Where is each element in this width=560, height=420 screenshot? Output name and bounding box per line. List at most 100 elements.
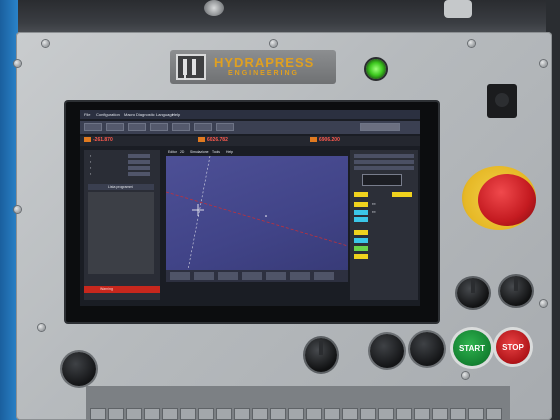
canvas-button[interactable] [242, 272, 262, 280]
axis-coordinates: -261.870 6026.782 6906.200 [80, 136, 420, 146]
toolbar-button[interactable] [84, 123, 102, 131]
canvas-button[interactable] [170, 272, 190, 280]
screw [38, 324, 45, 331]
key[interactable] [216, 408, 232, 420]
warning-bar: Warning [84, 286, 160, 293]
canvas-button[interactable] [266, 272, 286, 280]
coord-z: 6906.200 [310, 137, 340, 145]
panel-field[interactable] [128, 154, 150, 158]
canvas-button[interactable] [194, 272, 214, 280]
brand-name: HYDRAPRESS [214, 55, 315, 70]
panel-line: ▪ [90, 172, 92, 176]
menu-item[interactable]: Configuration [96, 112, 120, 117]
emergency-stop-button[interactable] [478, 174, 536, 226]
key[interactable] [342, 408, 358, 420]
panel-field[interactable] [128, 160, 150, 164]
screw [540, 60, 547, 67]
param-label: ▪▪▪ [372, 210, 376, 214]
canvas-toolbar [166, 270, 348, 282]
key[interactable] [468, 408, 484, 420]
toolbar-button[interactable] [106, 123, 124, 131]
panel-field[interactable] [128, 172, 150, 176]
screw [14, 206, 21, 213]
usb-port[interactable] [487, 84, 517, 118]
stop-button[interactable]: STOP [496, 330, 530, 364]
param-label: ▪▪▪ [372, 202, 376, 206]
round-button[interactable] [370, 334, 404, 368]
toolbar-button[interactable] [216, 123, 234, 131]
key[interactable] [432, 408, 448, 420]
hmi-menubar: File Configuration Macro Diagnostic Lang… [80, 110, 420, 119]
round-button[interactable] [410, 332, 444, 366]
canvas-button[interactable] [290, 272, 310, 280]
key[interactable] [396, 408, 412, 420]
param-row[interactable] [354, 160, 414, 164]
key[interactable] [126, 408, 142, 420]
key[interactable] [486, 408, 502, 420]
status-display [360, 123, 400, 131]
key[interactable] [198, 408, 214, 420]
screw [540, 300, 547, 307]
power-indicator-lamp [366, 59, 386, 79]
key[interactable] [414, 408, 430, 420]
key[interactable] [144, 408, 160, 420]
hmi-toolbar [80, 121, 420, 134]
top-knob [204, 0, 224, 16]
key[interactable] [252, 408, 268, 420]
key[interactable] [450, 408, 466, 420]
hmi-screen[interactable]: File Configuration Macro Diagnostic Lang… [80, 110, 420, 306]
selector-knob[interactable] [305, 338, 337, 372]
key[interactable] [324, 408, 340, 420]
canvas-button[interactable] [314, 272, 334, 280]
parameters-panel: ▪▪▪ ▪▪▪ [350, 150, 418, 300]
selector-knob-right[interactable] [500, 276, 532, 306]
canvas-lines [165, 155, 349, 271]
param-row[interactable] [354, 166, 414, 170]
program-list[interactable] [88, 192, 154, 274]
key[interactable] [162, 408, 178, 420]
toolbar-button[interactable] [128, 123, 146, 131]
param-cyan[interactable] [354, 210, 368, 215]
start-button[interactable]: START [453, 330, 491, 366]
axis-diagram [362, 174, 402, 186]
param-yellow[interactable] [354, 230, 368, 235]
screw [468, 40, 475, 47]
key[interactable] [180, 408, 196, 420]
key[interactable] [270, 408, 286, 420]
param-cyan[interactable] [354, 217, 368, 222]
machine-photo: HYDRAPRESS ENGINEERING File Configuratio… [0, 0, 560, 420]
param-yellow[interactable] [392, 192, 412, 197]
key[interactable] [108, 408, 124, 420]
key[interactable] [306, 408, 322, 420]
screw [42, 40, 49, 47]
program-list-header: Lista programmi [88, 184, 154, 190]
toolbar-button[interactable] [194, 123, 212, 131]
param-green[interactable] [354, 246, 368, 251]
key[interactable] [288, 408, 304, 420]
toolbar-button[interactable] [150, 123, 168, 131]
param-yellow[interactable] [354, 192, 368, 197]
menu-item[interactable]: Diagnostic [136, 112, 155, 117]
panel-line: ▪ [90, 160, 92, 164]
drawing-canvas[interactable] [165, 155, 349, 271]
key[interactable] [90, 408, 106, 420]
round-button-left[interactable] [62, 352, 96, 386]
param-cyan[interactable] [354, 238, 368, 243]
coord-y: 6026.782 [198, 137, 228, 145]
selector-knob-right[interactable] [457, 278, 489, 308]
key[interactable] [378, 408, 394, 420]
param-row[interactable] [354, 154, 414, 158]
menu-item[interactable]: Macro [124, 112, 135, 117]
key[interactable] [234, 408, 250, 420]
menu-item[interactable]: Help [172, 112, 180, 117]
menu-item[interactable]: File [84, 112, 90, 117]
panel-line: ▪ [90, 166, 92, 170]
key[interactable] [360, 408, 376, 420]
canvas-button[interactable] [218, 272, 238, 280]
brand-subtitle: ENGINEERING [228, 70, 300, 77]
panel-field[interactable] [128, 166, 150, 170]
panel-line: ▪ [90, 154, 92, 158]
toolbar-button[interactable] [172, 123, 190, 131]
param-yellow[interactable] [354, 202, 368, 207]
param-yellow[interactable] [354, 254, 368, 259]
